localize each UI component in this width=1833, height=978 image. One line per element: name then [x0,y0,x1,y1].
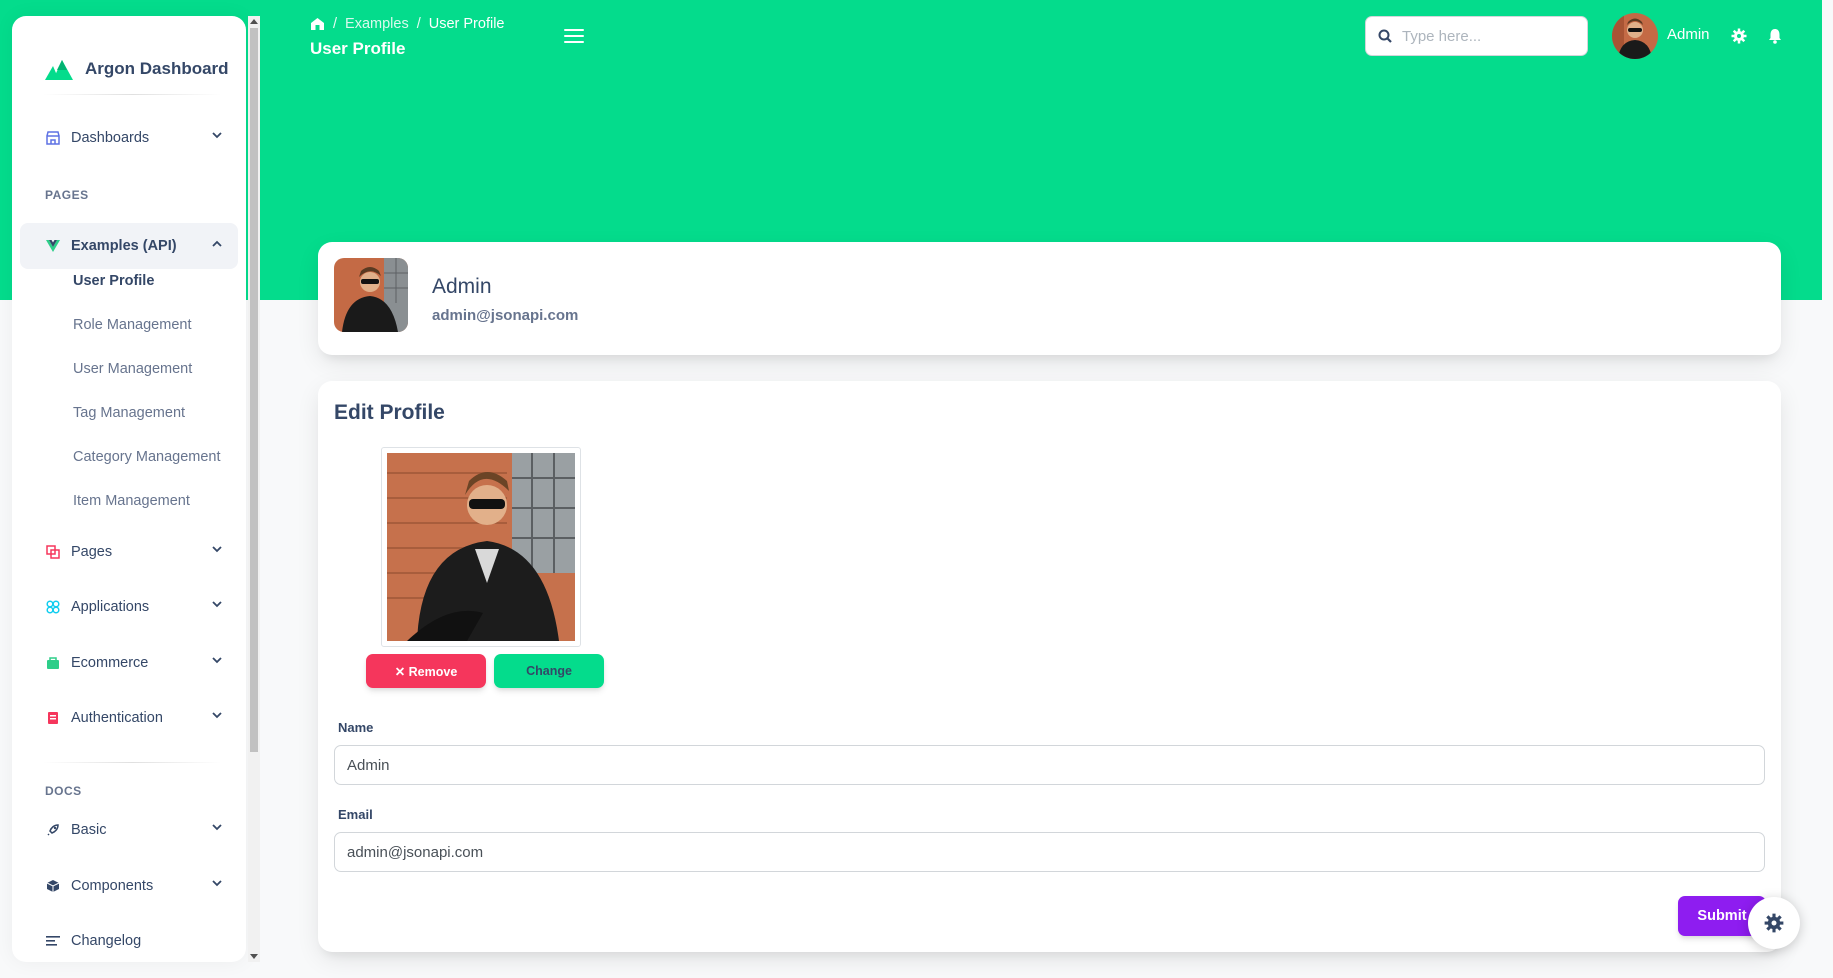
chevron-down-icon [212,880,222,887]
bell-icon[interactable] [1768,28,1782,44]
chevron-down-icon [212,712,222,719]
nav-label: Components [71,878,154,894]
ecommerce-icon [45,655,61,671]
changelog-icon [45,933,61,949]
sub-item-role-management[interactable]: Role Management [73,317,192,333]
chevron-down-icon [212,657,222,664]
section-docs: DOCS [45,784,82,798]
profile-avatar [334,258,408,332]
nav-label: Pages [71,544,113,560]
avatar[interactable] [1612,13,1658,59]
apps-icon [45,599,61,615]
nav-ecommerce[interactable]: Ecommerce [20,640,238,686]
user-name[interactable]: Admin [1667,26,1710,43]
page-title: User Profile [310,39,406,58]
page-scrollbar[interactable] [1822,0,1833,978]
edit-profile-card: Edit Profile ✕ Remove Change Name Admin … [318,381,1781,952]
scroll-down-arrow[interactable] [250,954,258,959]
nav-examples-api[interactable]: Examples (API) [20,223,238,269]
pages-icon [45,544,61,560]
vue-icon [45,238,61,254]
name-label: Name [338,720,374,735]
home-icon[interactable] [310,17,325,31]
nav-authentication[interactable]: Authentication [20,695,238,741]
sub-item-user-profile[interactable]: User Profile [73,273,154,289]
divider [42,762,222,763]
nav-components[interactable]: Components [20,863,238,909]
nav-applications[interactable]: Applications [20,584,238,630]
nav-label: Dashboards [71,130,150,146]
brand-name: Argon Dashboard [85,59,229,78]
sub-item-category-management[interactable]: Category Management [73,449,221,465]
email-field[interactable] [334,832,1765,872]
settings-fab[interactable] [1748,897,1800,949]
nav-label: Examples (API) [71,238,177,254]
sub-item-tag-management[interactable]: Tag Management [73,405,185,421]
search-input[interactable] [1402,27,1572,45]
profile-photo-frame [381,447,581,647]
breadcrumb-examples[interactable]: Examples [345,16,409,32]
box-icon [45,878,61,894]
gear-icon[interactable] [1731,28,1747,44]
nav-basic[interactable]: Basic [20,807,238,853]
profile-email: admin@jsonapi.com [432,307,579,324]
name-field[interactable] [334,745,1765,785]
gear-icon [1764,913,1784,933]
chevron-up-icon [212,240,222,247]
argon-logo-icon [45,60,73,80]
search-icon [1378,29,1392,43]
shop-icon [45,130,61,146]
sidebar-scrollbar[interactable] [248,16,260,962]
nav-changelog[interactable]: Changelog [20,918,238,962]
nav-label: Authentication [71,710,163,726]
hamburger-icon[interactable] [564,29,584,45]
nav-pages[interactable]: Pages [20,529,238,575]
sub-item-user-management[interactable]: User Management [73,361,192,377]
nav-label: Applications [71,599,150,615]
breadcrumb-separator: / [333,16,338,32]
profile-name: Admin [432,275,492,298]
divider [42,94,222,95]
nav-dashboards[interactable]: Dashboards [20,115,238,161]
profile-card: Admin admin@jsonapi.com [318,242,1781,355]
chevron-down-icon [212,601,222,608]
remove-photo-button[interactable]: ✕ Remove [366,654,486,688]
nav-label: Ecommerce [71,655,149,671]
nav-label: Basic [71,822,107,838]
scroll-up-arrow[interactable] [250,19,258,24]
change-photo-button[interactable]: Change [494,654,604,688]
edit-profile-title: Edit Profile [334,401,445,424]
breadcrumb: / Examples / User Profile [310,16,504,32]
breadcrumb-current: User Profile [428,16,505,32]
section-pages: PAGES [45,188,89,202]
sub-item-item-management[interactable]: Item Management [73,493,190,509]
chevron-down-icon [212,824,222,831]
brand[interactable]: Argon Dashboard [45,58,229,80]
profile-photo [387,453,575,641]
breadcrumb-separator: / [416,16,421,32]
search-box[interactable] [1365,16,1588,56]
rocket-icon [45,822,61,838]
chevron-down-icon [212,132,222,139]
sidebar: Argon Dashboard Dashboards PAGES Example… [12,16,246,962]
chevron-down-icon [212,546,222,553]
nav-label: Changelog [71,933,142,949]
scrollbar-thumb[interactable] [250,28,258,752]
email-label: Email [338,807,373,822]
auth-icon [45,710,61,726]
